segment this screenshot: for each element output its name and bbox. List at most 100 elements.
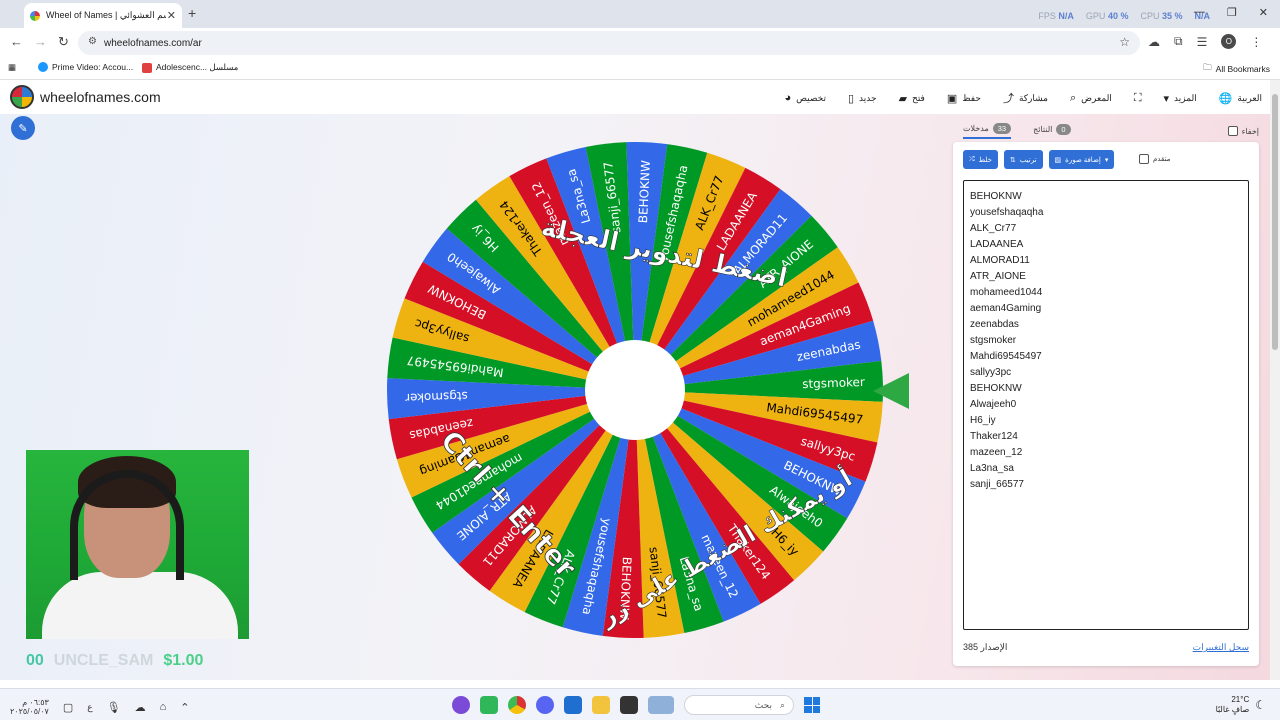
entry-line: ATR_AIONE [970,271,1026,282]
all-bookmarks-button[interactable]: 🗀 All Bookmarks [1203,62,1270,76]
favicon-icon [30,10,40,21]
terminal-icon[interactable] [620,696,638,714]
version-info: 385 الإصدار [963,642,1008,652]
browser-tab[interactable]: Wheel of Names | عجلة الاسم العشوائي ✕ [24,3,182,28]
weather-widget[interactable]: 21°C صافٍ غالبًا ☾ [1216,695,1266,715]
changelog-link[interactable]: سجل التغييرات [1193,642,1249,653]
top-menu: 🌐 العربية ▾ المزيد ⛶ ⌕ المعرض ⤴ مشاركة ▣ حفظ … [784,90,1262,106]
bookmark-adolescence[interactable]: Adolescenc... مسلسل [142,62,238,73]
page-scrollbar[interactable] [1270,80,1280,680]
entry-line: BEHOKNW [970,191,1022,202]
edit-pencil-button[interactable]: ✎ [11,116,35,140]
sort-button[interactable]: ⇅ ترتيب [1003,150,1043,169]
widget-icon[interactable] [648,696,674,714]
onedrive-icon[interactable]: ☁ [135,701,146,714]
menu-new[interactable]: ▯ جديد [848,90,877,106]
menu-share[interactable]: ⤴ مشاركة [1003,90,1048,106]
bookmark-prime-video[interactable]: Prime Video: Accou... [38,62,133,72]
restore-icon[interactable]: ❐ [1227,6,1237,19]
entries-toolbar: ⤮ خلط ⇅ ترتيب ▨ إضافة صورة ▾ [963,150,1115,169]
discord-icon[interactable] [536,696,554,714]
windows-start-icon[interactable] [804,697,820,713]
app-icon-1[interactable] [452,696,470,714]
tab-entries[interactable]: مدخلات 33 [963,123,1012,139]
file-icon: ▯ [847,92,855,105]
folder-icon: 🗀 [1203,62,1212,72]
streamer-shirt [42,572,238,639]
microphone-icon[interactable]: 🎙 [107,701,121,714]
add-image-button[interactable]: ▨ إضافة صورة ▾ [1048,150,1115,169]
menu-kebab-icon[interactable]: ⋮ [1250,35,1262,49]
app-icon-2[interactable] [480,696,498,714]
wheel-center[interactable] [585,340,685,440]
bookmark-star-icon[interactable]: ☆ [1119,35,1130,49]
menu-customize[interactable]: ◕ تخصيص [784,90,826,106]
windows-taskbar: ٠٦:٥٣ م ٢٠٢٥/٠٥/٠٧ ▢ ع 🎙 ☁ ⌂ ⌃ بحث ⌕ 21°C… [0,688,1280,720]
clock[interactable]: ٠٦:٥٣ م ٢٠٢٥/٠٥/٠٧ [10,698,49,716]
apps-grid-icon[interactable]: ▦ [8,62,16,73]
close-window-icon[interactable]: ✕ [1259,6,1268,19]
forward-icon[interactable]: → [34,34,47,49]
wheel-slice-label: stgsmoker [802,375,865,391]
network-icon[interactable]: ⌂ [160,701,167,713]
hide-checkbox[interactable] [1227,126,1238,136]
chrome-icon[interactable] [508,696,526,714]
entry-line: BEHOKNW [970,383,1022,394]
tab-results[interactable]: النتائج 0 [1033,124,1071,138]
menu-gallery[interactable]: ⌕ المعرض [1070,90,1112,106]
minimize-icon[interactable]: — [1194,6,1205,19]
language-indicator[interactable]: ع [87,702,92,713]
page-bottom-strip [0,680,1280,688]
back-icon[interactable]: ← [10,34,23,49]
entries-sidebar: مدخلات 33 النتائج 0 إخفاء ⤮ خلط ⇅ ترتيب ▨ إضا… [953,114,1269,680]
entry-line: zeenabdas [970,319,1019,330]
entry-line: aeman4Gaming [970,303,1042,314]
profile-avatar[interactable]: O [1221,34,1237,49]
reload-icon[interactable]: ↻ [58,34,69,50]
save-icon: ▣ [946,92,958,105]
entries-panel: ⤮ خلط ⇅ ترتيب ▨ إضافة صورة ▾ متقدم BEHOKNW yo… [953,142,1259,666]
entry-line: sallyy3pc [970,367,1012,378]
browser-tab-strip: Wheel of Names | عجلة الاسم العشوائي ✕ +… [0,0,1280,28]
address-bar-row: ← → ↻ ⚙ wheelofnames.com/ar ☆ ☁ ⧉ ☰ O ⋮ [0,28,1280,58]
entry-line: yousefshaqaqha [970,207,1044,218]
new-tab-button[interactable]: + [188,5,196,21]
site-logo[interactable]: wheelofnames.com [10,85,161,109]
window-controls: — ❐ ✕ [1194,6,1268,19]
headset-icon [70,470,184,580]
extension-icons: ☁ ⧉ ☰ O ⋮ [1148,34,1262,49]
advanced-toggle[interactable]: متقدم [1139,154,1170,164]
menu-fullscreen[interactable]: ⛶ [1134,90,1142,106]
entry-line: La3na_sa [970,463,1014,474]
site-info-icon[interactable]: ⚙ [88,36,97,47]
menu-language[interactable]: 🌐 العربية [1219,90,1262,106]
menu-save[interactable]: ▣ حفظ [947,90,981,106]
wheel[interactable]: BEHOKNW yousefshaqaqha ALK_Cr77 LADAANEA ALM… [385,140,885,640]
notification-icon[interactable]: ▢ [63,701,73,714]
tab-close-icon[interactable]: ✕ [167,9,176,22]
taskbar-search[interactable]: بحث ⌕ [684,695,794,715]
reading-list-icon[interactable]: ☰ [1197,35,1208,49]
taskbar-tray-left: ٠٦:٥٣ م ٢٠٢٥/٠٥/٠٧ ▢ ع 🎙 ☁ ⌂ ⌃ [10,698,189,716]
menu-more[interactable]: ▾ المزيد [1164,90,1197,106]
palette-icon: ◕ [784,92,792,104]
chevron-up-icon[interactable]: ⌃ [180,701,189,714]
url-field[interactable]: ⚙ wheelofnames.com/ar ☆ [78,31,1140,55]
store-icon[interactable] [564,696,582,714]
hide-toggle[interactable]: إخفاء [1227,126,1259,136]
wheel-svg[interactable]: BEHOKNW yousefshaqaqha ALK_Cr77LADAANEAALM… [385,140,885,640]
scrollbar-thumb[interactable] [1272,94,1278,350]
menu-open[interactable]: ▰ فتح [899,90,925,106]
globe-icon: 🌐 [1218,92,1233,105]
weather-text: صافٍ غالبًا [1215,705,1250,714]
extensions-icon[interactable]: ⧉ [1174,34,1183,49]
cloud-icon[interactable]: ☁ [1148,35,1160,49]
system-stats-overlay: FPS N/A GPU 40 % CPU 35 % N/A [1038,11,1210,21]
shuffle-button[interactable]: ⤮ خلط [963,150,998,169]
advanced-checkbox[interactable] [1139,154,1149,164]
entry-line: Alwajeeh0 [970,399,1017,410]
file-explorer-icon[interactable] [592,696,610,714]
chevron-down-icon: ▾ [1163,92,1170,105]
entries-textarea[interactable]: BEHOKNW yousefshaqaqha ALK_Cr77 LADAANEA ALM… [963,180,1249,630]
entry-line: ALK_Cr77 [970,223,1017,234]
